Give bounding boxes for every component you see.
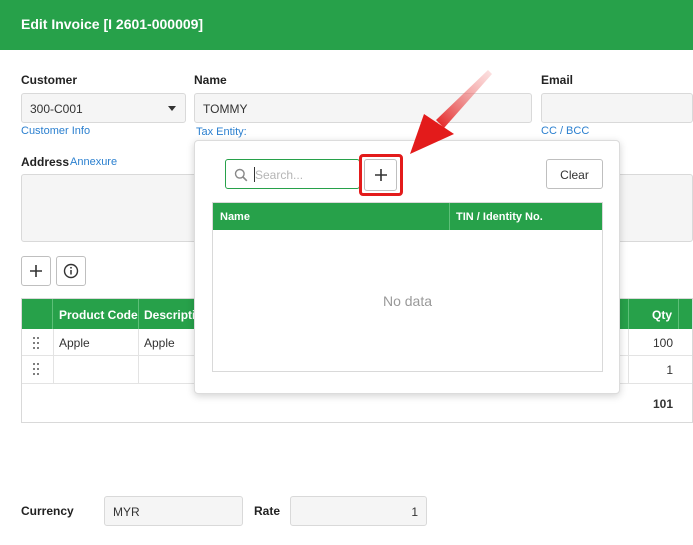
tax-entity-table-header: Name TIN / Identity No.: [213, 203, 602, 230]
name-label: Name: [194, 73, 227, 87]
email-label: Email: [541, 73, 574, 87]
rate-value: 1: [411, 505, 418, 519]
clear-button[interactable]: Clear: [546, 159, 603, 189]
tax-entity-popup: Search... Clear Name TIN / Identity No. …: [194, 140, 620, 394]
name-field-value: TOMMY: [203, 102, 248, 116]
search-placeholder: Search...: [255, 168, 304, 182]
info-icon: [63, 263, 79, 279]
rate-label: Rate: [254, 504, 281, 518]
column-divider: [138, 329, 139, 384]
column-product-code: Product Code: [53, 299, 139, 329]
add-row-button[interactable]: [21, 256, 51, 286]
email-field[interactable]: [541, 93, 693, 123]
column-divider: [449, 203, 450, 230]
customer-select[interactable]: 300-C001: [21, 93, 186, 123]
chevron-down-icon: [168, 106, 176, 111]
column-name: Name: [220, 211, 250, 223]
drag-column-header: [22, 299, 53, 329]
info-button[interactable]: [56, 256, 86, 286]
column-tin: TIN / Identity No.: [456, 211, 543, 223]
search-icon: [234, 168, 248, 182]
currency-field[interactable]: MYR: [104, 496, 243, 526]
row-1-qty[interactable]: 100: [628, 336, 673, 350]
column-divider: [53, 329, 54, 384]
address-label: Address: [21, 155, 70, 169]
red-arrow-icon: [410, 70, 492, 154]
customer-label: Customer: [21, 73, 78, 87]
currency-label: Currency: [21, 504, 74, 518]
highlight-box: [359, 154, 403, 196]
drag-handle-icon[interactable]: [33, 363, 41, 375]
annexure-link[interactable]: Annexure: [70, 156, 117, 168]
plus-icon: [30, 265, 42, 277]
column-qty: Qty: [628, 299, 679, 329]
customer-info-link[interactable]: Customer Info: [21, 125, 90, 137]
tax-entity-table: Name TIN / Identity No. No data: [212, 202, 603, 372]
tax-entity-link[interactable]: Tax Entity:: [196, 126, 247, 138]
cc-bcc-link[interactable]: CC / BCC: [541, 125, 589, 137]
customer-select-value: 300-C001: [30, 102, 83, 116]
row-2-qty[interactable]: 1: [628, 363, 673, 377]
page-title: Edit Invoice [I 2601-000009]: [21, 16, 204, 32]
search-input[interactable]: Search...: [225, 159, 360, 189]
page-header: Edit Invoice [I 2601-000009]: [0, 0, 693, 50]
row-1-description[interactable]: Apple: [144, 336, 175, 350]
currency-value: MYR: [113, 505, 140, 519]
drag-handle-icon[interactable]: [33, 337, 41, 349]
rate-field[interactable]: 1: [290, 496, 427, 526]
empty-state-text: No data: [382, 293, 433, 309]
column-divider: [628, 329, 629, 384]
total-qty: 101: [652, 397, 673, 411]
row-1-product-code[interactable]: Apple: [59, 336, 90, 350]
